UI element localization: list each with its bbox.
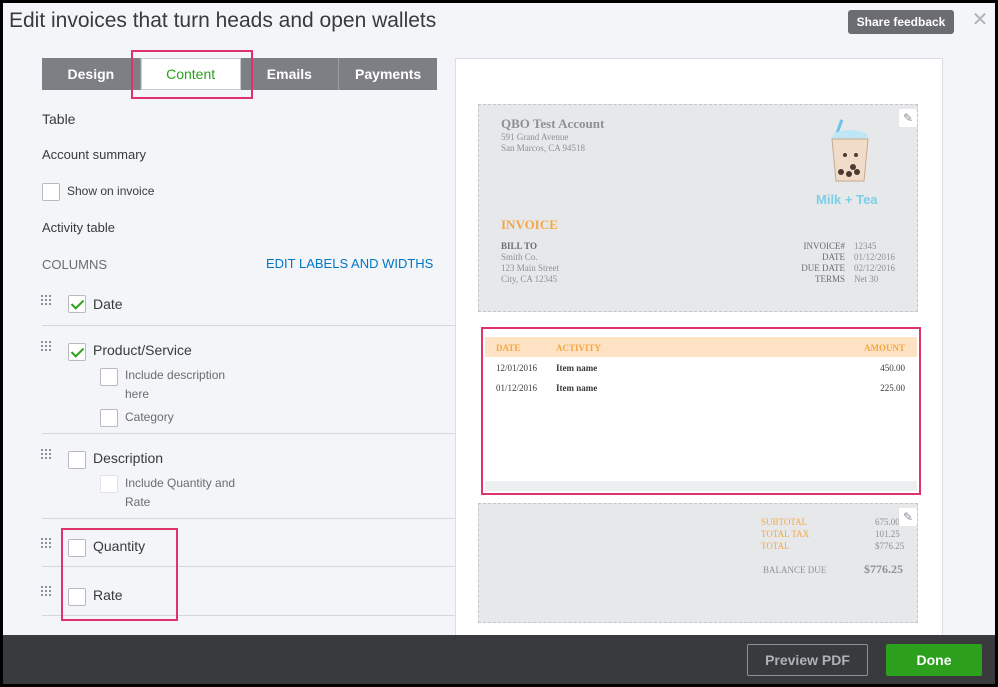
total-value: $776.25 xyxy=(875,541,905,551)
company-address-1: 591 Grand Avenue xyxy=(501,132,569,142)
divider xyxy=(42,325,455,326)
category-label: Category xyxy=(125,410,174,424)
invoice-activity-table[interactable]: DATE ACTIVITY AMOUNT 12/01/2016 Item nam… xyxy=(481,327,921,495)
tab-content[interactable]: Content xyxy=(140,58,241,90)
drag-handle-icon[interactable] xyxy=(41,586,53,598)
rate-label: Rate xyxy=(93,587,123,603)
table-row-amount: 450.00 xyxy=(880,363,905,373)
share-feedback-button[interactable]: Share feedback xyxy=(848,10,954,34)
invoice-meta-value: 02/12/2016 xyxy=(854,263,896,273)
tab-bar: Design Content Emails Payments xyxy=(42,58,437,90)
include-qty-rate-label: Include Quantity and Rate xyxy=(125,476,236,509)
invoice-meta-label: DUE DATE xyxy=(801,263,845,273)
include-description-label: Include description here xyxy=(125,368,226,401)
column-header-date: DATE xyxy=(496,343,521,353)
invoice-title: INVOICE xyxy=(501,217,558,232)
company-address-2: San Marcos, CA 94518 xyxy=(501,143,585,153)
quantity-checkbox[interactable] xyxy=(68,539,86,557)
divider xyxy=(42,518,455,519)
milk-tea-logo xyxy=(831,119,869,182)
logo-text: Milk + Tea xyxy=(816,192,878,207)
include-description-checkbox[interactable] xyxy=(100,368,118,386)
company-name: QBO Test Account xyxy=(501,116,605,131)
quantity-label: Quantity xyxy=(93,538,146,554)
column-header-activity: ACTIVITY xyxy=(556,343,602,353)
tab-emails[interactable]: Emails xyxy=(240,58,340,90)
subtotal-label: SUBTOTAL xyxy=(761,517,808,527)
edit-pencil-icon[interactable]: ✎ xyxy=(899,109,917,127)
divider xyxy=(42,433,455,434)
drag-handle-icon[interactable] xyxy=(41,341,53,353)
account-summary-label: Account summary xyxy=(42,147,147,162)
balance-due-label: BALANCE DUE xyxy=(763,565,827,575)
category-checkbox[interactable] xyxy=(100,409,118,427)
drag-handle-icon[interactable] xyxy=(41,295,53,307)
date-label: Date xyxy=(93,296,123,312)
edit-invoice-dialog: Edit invoices that turn heads and open w… xyxy=(3,3,995,684)
dialog-title: Edit invoices that turn heads and open w… xyxy=(9,9,437,32)
table-row-date: 01/12/2016 xyxy=(496,383,538,393)
edit-labels-link[interactable]: EDIT LABELS AND WIDTHS xyxy=(266,256,433,271)
drag-handle-icon[interactable] xyxy=(41,538,53,550)
bill-to-line: City, CA 12345 xyxy=(501,274,558,284)
product-service-label: Product/Service xyxy=(93,342,192,358)
product-service-checkbox[interactable] xyxy=(68,343,86,361)
description-checkbox[interactable] xyxy=(68,451,86,469)
column-header-amount: AMOUNT xyxy=(864,343,905,353)
table-footer-strip xyxy=(485,481,917,491)
include-qty-rate-checkbox[interactable] xyxy=(100,475,118,493)
table-row-activity: Item name xyxy=(556,383,598,393)
table-row-date: 12/01/2016 xyxy=(496,363,538,373)
edit-pencil-icon[interactable]: ✎ xyxy=(899,508,917,526)
tax-value: 101.25 xyxy=(875,529,900,539)
show-on-invoice-label: Show on invoice xyxy=(67,184,155,198)
balance-due-value: $776.25 xyxy=(864,562,903,576)
close-icon[interactable]: ✕ xyxy=(969,9,991,31)
description-label: Description xyxy=(93,450,164,466)
section-table-heading: Table xyxy=(42,111,76,127)
invoice-meta-value: 01/12/2016 xyxy=(854,252,896,262)
divider xyxy=(42,615,455,616)
preview-pdf-button[interactable]: Preview PDF xyxy=(747,644,868,676)
date-checkbox[interactable] xyxy=(68,295,86,313)
tax-label: TOTAL TAX xyxy=(761,529,810,539)
total-label: TOTAL xyxy=(761,541,790,551)
invoice-meta-value: 12345 xyxy=(854,241,877,251)
invoice-header-block[interactable]: QBO Test Account 591 Grand Avenue San Ma… xyxy=(478,104,918,312)
table-row-amount: 225.00 xyxy=(880,383,905,393)
invoice-meta-value: Net 30 xyxy=(854,274,879,284)
rate-checkbox[interactable] xyxy=(68,588,86,606)
tab-payments[interactable]: Payments xyxy=(339,58,437,90)
bill-to-line: Smith Co. xyxy=(501,252,538,262)
tab-design[interactable]: Design xyxy=(42,58,141,90)
invoice-totals-block[interactable]: SUBTOTAL 675.00 TOTAL TAX 101.25 TOTAL $… xyxy=(478,503,918,623)
columns-heading: COLUMNS xyxy=(42,257,108,272)
done-button[interactable]: Done xyxy=(886,644,982,676)
invoice-meta-label: DATE xyxy=(822,252,845,262)
divider xyxy=(42,566,455,567)
drag-handle-icon[interactable] xyxy=(41,449,53,461)
subtotal-value: 675.00 xyxy=(875,517,900,527)
invoice-meta-label: TERMS xyxy=(814,274,845,284)
table-header-row xyxy=(485,337,917,357)
activity-table-label: Activity table xyxy=(42,220,115,235)
bill-to-label: BILL TO xyxy=(501,241,537,251)
bill-to-line: 123 Main Street xyxy=(501,263,559,273)
table-row-activity: Item name xyxy=(556,363,598,373)
invoice-meta-label: INVOICE# xyxy=(803,241,846,251)
show-on-invoice-checkbox[interactable] xyxy=(42,183,60,201)
